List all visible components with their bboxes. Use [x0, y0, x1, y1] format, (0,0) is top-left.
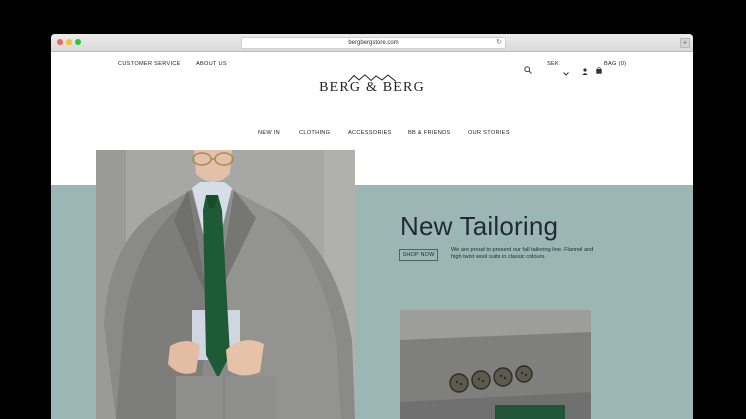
- browser-window: bergbergstore.com ↻ + CUSTOMER SERVICE A…: [51, 34, 693, 419]
- nav-bb-and-friends[interactable]: BB & FRIENDS: [408, 130, 450, 136]
- currency-label: SEK: [547, 61, 560, 67]
- nav-clothing[interactable]: CLOTHING: [299, 130, 330, 136]
- address-bar[interactable]: bergbergstore.com ↻: [241, 37, 506, 49]
- account-icon[interactable]: [582, 62, 588, 80]
- bag-icon[interactable]: [596, 61, 602, 79]
- zoom-window-button[interactable]: [75, 39, 81, 45]
- web-page: CUSTOMER SERVICE ABOUT US SEK BAG (0) BE…: [51, 52, 693, 419]
- nav-new-in[interactable]: NEW IN: [258, 130, 280, 136]
- nav-accessories[interactable]: ACCESSORIES: [348, 130, 392, 136]
- logo[interactable]: BERG & BERG: [301, 80, 443, 96]
- about-us-link[interactable]: ABOUT US: [196, 61, 227, 67]
- currency-selector[interactable]: SEK: [547, 61, 559, 67]
- chevron-down-icon[interactable]: [563, 63, 569, 81]
- bag-link[interactable]: BAG (0): [604, 61, 626, 67]
- reload-icon[interactable]: ↻: [496, 38, 502, 48]
- hero-description: We are proud to present our fall tailori…: [451, 247, 594, 260]
- address-bar-url: bergbergstore.com: [348, 40, 399, 46]
- customer-service-link[interactable]: CUSTOMER SERVICE: [118, 61, 181, 67]
- hero-image[interactable]: [96, 150, 355, 419]
- hero-title: New Tailoring: [400, 211, 559, 241]
- browser-toolbar: bergbergstore.com ↻ +: [51, 34, 693, 52]
- search-icon[interactable]: [524, 61, 532, 79]
- minimize-window-button[interactable]: [66, 39, 72, 45]
- new-tab-button[interactable]: +: [680, 38, 690, 48]
- cuff-detail-image[interactable]: [400, 310, 591, 419]
- nav-our-stories[interactable]: OUR STORIES: [468, 130, 510, 136]
- close-window-button[interactable]: [57, 39, 63, 45]
- shop-now-button[interactable]: SHOP NOW: [399, 249, 438, 261]
